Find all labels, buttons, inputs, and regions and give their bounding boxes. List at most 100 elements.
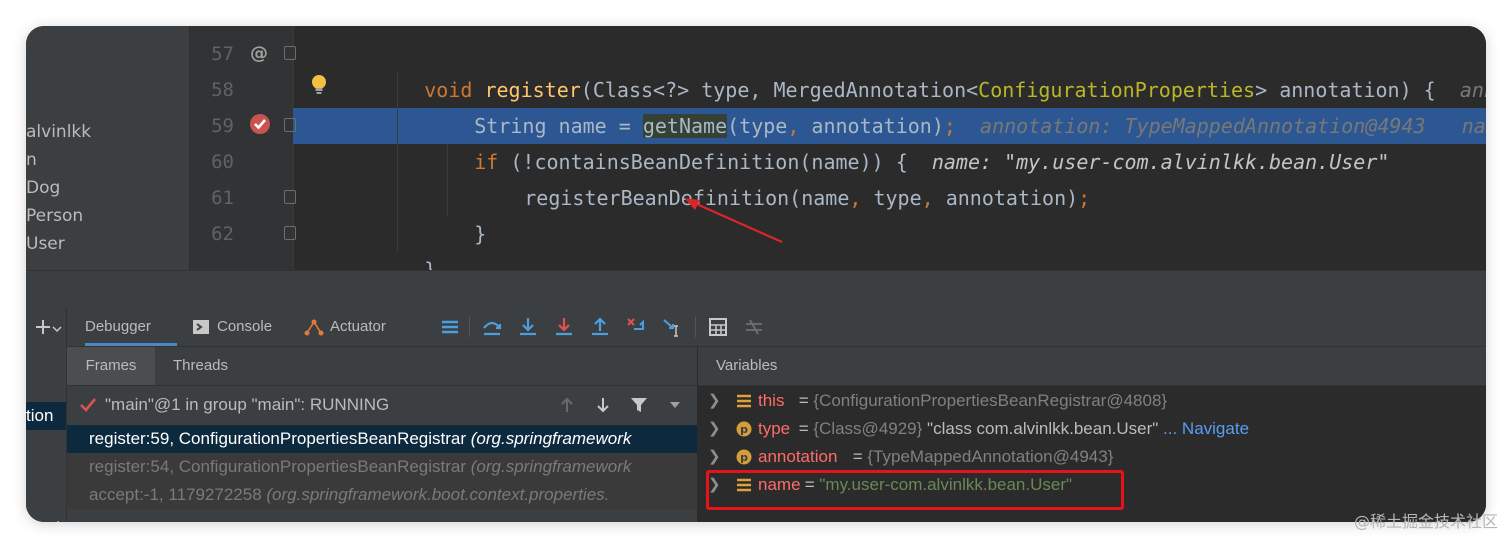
semicolon: ; xyxy=(1078,186,1091,210)
arrow-down-icon[interactable] xyxy=(595,396,611,414)
step-into-icon[interactable] xyxy=(517,316,539,338)
left-tool-strip: tion licati xyxy=(26,308,67,522)
variable-extra: "class com.alvinlkk.bean.User" xyxy=(922,419,1159,438)
variable-name: this xyxy=(758,391,785,410)
code-line-58[interactable]: String name = getName(type, annotation);… xyxy=(402,72,1486,138)
tab-threads[interactable]: Threads xyxy=(173,347,228,385)
code-editor[interactable]: 57 58 59 60 61 62 @ void register(Class<… xyxy=(190,26,1486,270)
step-over-icon[interactable] xyxy=(481,316,503,338)
thread-selector[interactable]: "main"@1 in group "main": RUNNING xyxy=(67,386,697,424)
line-number: 58 xyxy=(211,79,234,101)
debugger-toolbar: Debugger Console Actuator xyxy=(67,308,1486,347)
run-to-cursor-icon[interactable] xyxy=(661,316,683,338)
expand-arrow-icon[interactable]: ❯ xyxy=(708,443,721,471)
tab-frames[interactable]: Frames xyxy=(67,347,155,385)
line-number: 61 xyxy=(211,187,234,209)
tab-actuator[interactable]: Actuator xyxy=(304,308,386,346)
code-text: type xyxy=(861,186,922,210)
code-line-57[interactable]: void register(Class<?> type, MergedAnnot… xyxy=(352,36,1486,102)
chevron-down-icon[interactable] xyxy=(669,400,681,410)
tab-console[interactable]: Console xyxy=(193,308,272,346)
fold-marker-icon[interactable] xyxy=(284,190,296,204)
add-icon[interactable] xyxy=(34,318,52,336)
watermark: @稀土掘金技术社区 xyxy=(1353,512,1498,531)
evaluate-expression-icon[interactable] xyxy=(707,316,729,338)
frame-method: register:59, ConfigurationPropertiesBean… xyxy=(89,429,471,448)
override-at-icon[interactable]: @ xyxy=(248,42,270,64)
field-icon xyxy=(737,394,751,408)
code-line-59[interactable]: if (!containsBeanDefinition(name)) { nam… xyxy=(402,108,1389,174)
variable-value-group: = {TypeMappedAnnotation@4943} xyxy=(848,443,1114,471)
frame-package: (org.springframework xyxy=(470,429,632,448)
drop-frame-icon[interactable] xyxy=(625,316,647,338)
tab-label: Actuator xyxy=(330,318,386,335)
thread-label: "main"@1 in group "main": RUNNING xyxy=(105,395,390,414)
tree-item[interactable]: Person xyxy=(26,206,83,226)
actuator-icon xyxy=(304,319,324,336)
trace-disabled-icon[interactable] xyxy=(743,316,765,338)
variable-value: {ConfigurationPropertiesBeanRegistrar@48… xyxy=(813,391,1168,410)
svg-text:p: p xyxy=(740,451,748,464)
svg-text:@: @ xyxy=(250,43,268,64)
line-number: 59 xyxy=(211,115,234,137)
left-label-selected[interactable]: tion xyxy=(26,402,66,430)
panel-separator[interactable] xyxy=(26,270,1486,310)
annotation-arrow-icon xyxy=(684,198,783,244)
chevron-down-icon[interactable] xyxy=(52,324,62,334)
highlight-box xyxy=(706,470,1124,510)
menu-lines-icon[interactable] xyxy=(439,316,461,338)
line-number: 62 xyxy=(211,223,234,245)
frame-method: accept:-1, 1179272258 xyxy=(89,485,267,504)
variables-header: Variables xyxy=(698,347,1486,386)
navigate-link[interactable]: ... Navigate xyxy=(1158,419,1249,438)
frames-subtabs: Frames Threads xyxy=(67,347,697,386)
filter-icon[interactable] xyxy=(629,396,649,414)
variable-value-group: = {ConfigurationPropertiesBeanRegistrar@… xyxy=(794,387,1167,415)
code-line-61[interactable]: } xyxy=(402,180,486,246)
fold-marker-icon[interactable] xyxy=(284,226,296,240)
tab-label: Debugger xyxy=(85,318,151,335)
variable-name: annotation xyxy=(758,447,838,466)
frame-row[interactable]: register:59, ConfigurationPropertiesBean… xyxy=(67,425,697,453)
left-label[interactable]: licati xyxy=(26,514,66,522)
variable-value-group: = {Class@4929} "class com.alvinlkk.bean.… xyxy=(794,415,1249,443)
check-icon xyxy=(80,398,97,412)
variable-value: {Class@4929} xyxy=(813,419,923,438)
code-text: } xyxy=(424,258,437,270)
frame-row[interactable]: register:54, ConfigurationPropertiesBean… xyxy=(67,453,697,481)
toolbar-separator xyxy=(695,317,696,337)
tree-item[interactable]: n xyxy=(26,150,37,170)
svg-text:p: p xyxy=(740,423,748,436)
code-line-60[interactable]: registerBeanDefinition(name, type, annot… xyxy=(452,144,1090,210)
breakpoint-icon[interactable] xyxy=(248,112,272,136)
frame-method: register:54, ConfigurationPropertiesBean… xyxy=(89,457,471,476)
fold-marker-icon[interactable] xyxy=(284,46,296,60)
frame-row[interactable]: accept:-1, 1179272258 (org.springframewo… xyxy=(67,481,697,509)
equals-sign: = xyxy=(794,391,814,410)
comma: , xyxy=(849,186,862,210)
code-text: annotation) xyxy=(933,186,1079,210)
parameter-icon: p xyxy=(736,449,752,465)
parameter-icon: p xyxy=(736,421,752,437)
tab-debugger[interactable]: Debugger xyxy=(85,308,177,346)
intention-bulb-icon[interactable] xyxy=(310,73,328,97)
expand-arrow-icon[interactable]: ❯ xyxy=(708,415,721,443)
expand-arrow-icon[interactable]: ❯ xyxy=(708,387,721,415)
fold-marker-icon[interactable] xyxy=(284,118,296,132)
frames-panel: Frames Threads "main"@1 in group "main":… xyxy=(67,347,698,522)
tree-item[interactable]: User xyxy=(26,234,65,254)
comma: , xyxy=(921,186,934,210)
tree-item[interactable]: Dog xyxy=(26,178,60,198)
step-out-icon[interactable] xyxy=(589,316,611,338)
equals-sign: = xyxy=(794,419,814,438)
code-text: } xyxy=(474,222,487,246)
arrow-up-icon[interactable] xyxy=(559,396,575,414)
inline-hint: name xyxy=(1461,114,1486,138)
code-line-62[interactable]: } xyxy=(352,216,436,270)
console-icon xyxy=(193,320,209,334)
variable-value: {TypeMappedAnnotation@4943} xyxy=(867,447,1114,466)
force-step-into-icon[interactable] xyxy=(553,316,575,338)
ide-window: alvinlkk n Dog Person User 57 58 59 60 6… xyxy=(26,26,1486,522)
tree-item[interactable]: alvinlkk xyxy=(26,122,91,142)
toolbar-separator xyxy=(469,317,470,337)
